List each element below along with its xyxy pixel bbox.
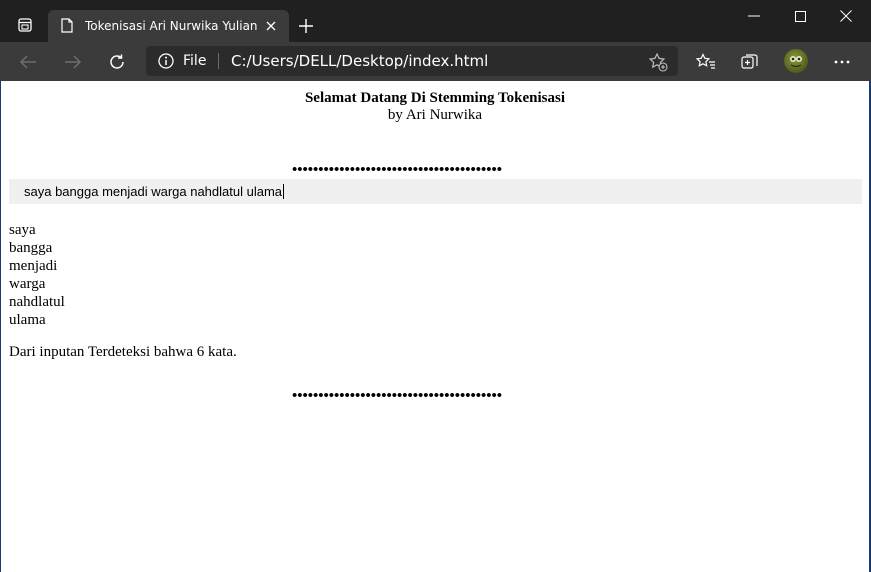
favorites-icon[interactable] xyxy=(692,48,720,76)
refresh-icon[interactable] xyxy=(103,48,131,76)
token-item: menjadi xyxy=(9,258,58,274)
forward-icon[interactable] xyxy=(59,48,87,76)
token-item: ulama xyxy=(9,312,46,328)
info-icon[interactable] xyxy=(158,53,174,69)
page-icon xyxy=(61,18,75,34)
collections-icon[interactable] xyxy=(736,48,764,76)
maximize-icon[interactable] xyxy=(777,0,823,32)
token-list: saya bangga menjadi warga nahdlatul ulam… xyxy=(9,221,65,329)
close-window-icon[interactable] xyxy=(823,0,869,32)
minimize-icon[interactable] xyxy=(731,0,777,32)
more-menu-icon[interactable] xyxy=(828,48,856,76)
token-item: bangga xyxy=(9,240,53,256)
token-item: saya xyxy=(9,222,36,238)
page-title: Selamat Datang Di Stemming Tokenisasi xyxy=(304,90,566,106)
back-icon[interactable] xyxy=(14,48,42,76)
token-item: warga xyxy=(9,276,46,292)
result-text: Dari inputan Terdeteksi bahwa 6 kata. xyxy=(9,344,237,360)
close-tab-icon[interactable] xyxy=(263,18,279,34)
divider xyxy=(218,53,219,69)
dotted-separator: •••••••••••••••••••••••••••••••••••••••• xyxy=(292,391,503,401)
address-bar[interactable]: File C:/Users/DELL/Desktop/index.html xyxy=(146,46,678,76)
text-caret xyxy=(283,184,285,199)
tab-title: Tokenisasi Ari Nurwika Yulianto xyxy=(85,19,257,33)
page-subtitle: by Ari Nurwika xyxy=(387,107,483,123)
tab-strip: Tokenisasi Ari Nurwika Yulianto xyxy=(0,0,871,42)
input-value: saya bangga menjadi warga nahdlatul ulam… xyxy=(24,184,283,199)
tab-active[interactable]: Tokenisasi Ari Nurwika Yulianto xyxy=(48,10,289,42)
dotted-separator: •••••••••••••••••••••••••••••••••••••••• xyxy=(292,165,503,175)
new-tab-icon[interactable] xyxy=(296,16,316,36)
token-item: nahdlatul xyxy=(9,294,65,310)
add-favorite-icon[interactable] xyxy=(648,52,668,72)
url-scheme: File xyxy=(183,53,207,69)
page-content: Selamat Datang Di Stemming Tokenisasi by… xyxy=(1,81,869,572)
text-input[interactable]: saya bangga menjadi warga nahdlatul ulam… xyxy=(9,179,862,204)
toolbar: File C:/Users/DELL/Desktop/index.html xyxy=(0,42,871,81)
profile-avatar[interactable] xyxy=(784,49,808,73)
url-text[interactable]: C:/Users/DELL/Desktop/index.html xyxy=(231,52,488,70)
tab-actions-icon[interactable] xyxy=(10,12,40,38)
